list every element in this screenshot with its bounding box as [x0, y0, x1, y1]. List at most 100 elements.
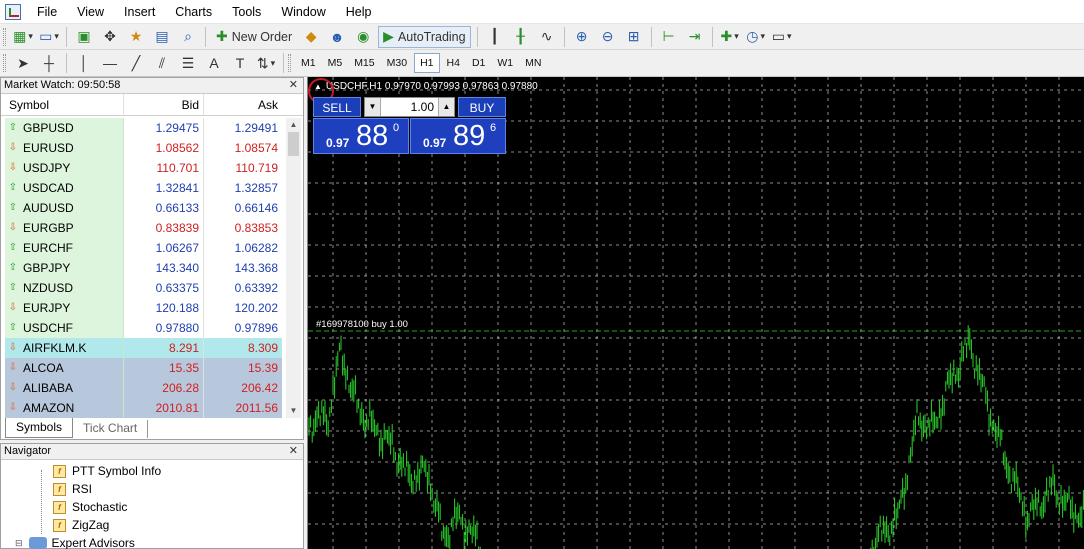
cursor-button[interactable]: ➤ — [12, 52, 34, 74]
menu-insert[interactable]: Insert — [114, 0, 165, 24]
templates-button[interactable]: ▭ — [771, 26, 793, 48]
market-watch-toggle-button[interactable]: ▣ — [73, 26, 95, 48]
community-button[interactable]: ☻ — [326, 26, 348, 48]
table-row[interactable]: ⇧ NZDUSD 0.63375 0.63392 — [5, 278, 283, 298]
scroll-down-icon[interactable]: ▼ — [286, 404, 301, 418]
lots-increase-icon[interactable]: ▲ — [438, 98, 454, 116]
text-button[interactable]: A — [203, 52, 225, 74]
timeframe-m15-button[interactable]: M15 — [349, 53, 379, 73]
close-icon[interactable]: ✕ — [289, 78, 298, 93]
timeframe-m30-button[interactable]: M30 — [382, 53, 412, 73]
buy-button[interactable]: BUY — [458, 97, 506, 117]
toolbar-grip[interactable] — [3, 27, 6, 46]
navigator-item-stochastic[interactable]: f Stochastic — [53, 498, 127, 516]
equidistant-channel-button[interactable]: ⫽ — [151, 52, 173, 74]
new-order-button[interactable]: ✚ New Order — [212, 26, 296, 48]
table-row[interactable]: ⇧ GBPJPY 143.340 143.368 — [5, 258, 283, 278]
timeframe-h1-button[interactable]: H1 — [414, 53, 440, 73]
table-row[interactable]: ⇧ AUDUSD 0.66133 0.66146 — [5, 198, 283, 218]
menu-file[interactable]: File — [27, 0, 67, 24]
menu-window[interactable]: Window — [271, 0, 335, 24]
chart-window[interactable]: ▲ USDCHF,H1 0.97970 0.97993 0.97863 0.978… — [307, 77, 1084, 549]
periods-button[interactable]: ◷ — [745, 26, 767, 48]
symbol-name: GBPJPY — [23, 261, 71, 275]
table-row[interactable]: ⇧ EURCHF 1.06267 1.06282 — [5, 238, 283, 258]
timeframe-d1-button[interactable]: D1 — [467, 53, 490, 73]
navigator-item-expert-advisors[interactable]: ⊟ Expert Advisors — [15, 534, 135, 549]
trendline-button[interactable]: ╱ — [125, 52, 147, 74]
lots-input[interactable] — [381, 98, 438, 116]
strategy-tester-button[interactable]: ⌕ — [177, 26, 199, 48]
table-row[interactable]: ⇩ EURGBP 0.83839 0.83853 — [5, 218, 283, 238]
crosshair-button[interactable]: ┼ — [38, 52, 60, 74]
line-chart-button[interactable]: ∿ — [536, 26, 558, 48]
collapse-icon[interactable]: ⊟ — [15, 538, 23, 549]
timeframe-h4-button[interactable]: H4 — [442, 53, 465, 73]
sell-price-big: 88 — [356, 120, 389, 152]
menu-tools[interactable]: Tools — [222, 0, 271, 24]
table-row[interactable]: ⇩ ALCOA 15.35 15.39 — [5, 358, 283, 378]
autoscroll-button[interactable]: ⇥ — [684, 26, 706, 48]
table-row[interactable]: ⇩ EURJPY 120.188 120.202 — [5, 298, 283, 318]
tile-windows-button[interactable]: ⊞ — [623, 26, 645, 48]
vertical-line-button[interactable]: │ — [73, 52, 95, 74]
metaeditor-button[interactable]: ◆ — [300, 26, 322, 48]
arrows-button[interactable]: ⇅ — [255, 52, 277, 74]
lots-decrease-icon[interactable]: ▼ — [365, 98, 381, 116]
text-label-button[interactable]: T — [229, 52, 251, 74]
menu-view[interactable]: View — [67, 0, 114, 24]
data-window-button[interactable]: ✥ — [99, 26, 121, 48]
timeframe-m5-button[interactable]: M5 — [323, 53, 348, 73]
column-ask[interactable]: Ask — [204, 94, 282, 115]
timeframe-m1-button[interactable]: M1 — [296, 53, 321, 73]
timeframe-w1-button[interactable]: W1 — [492, 53, 518, 73]
symbol-name: EURGBP — [23, 221, 74, 235]
chart-shift-button[interactable]: ⊢ — [658, 26, 680, 48]
fibonacci-button[interactable]: ☰ — [177, 52, 199, 74]
signals-button[interactable]: ◉ — [352, 26, 374, 48]
table-row[interactable]: ⇩ ALIBABA 206.28 206.42 — [5, 378, 283, 398]
close-icon[interactable]: ✕ — [289, 444, 298, 459]
tab-symbols[interactable]: Symbols — [5, 418, 74, 438]
column-bid[interactable]: Bid — [124, 94, 204, 115]
navigator-item-ptt-symbol-info[interactable]: f PTT Symbol Info — [53, 462, 161, 480]
table-row[interactable]: ⇩ EURUSD 1.08562 1.08574 — [5, 138, 283, 158]
zoom-in-button[interactable]: ⊕ — [571, 26, 593, 48]
candlestick-button[interactable]: ╂ — [510, 26, 532, 48]
terminal-button[interactable]: ▤ — [151, 26, 173, 48]
table-row[interactable]: ⇩ AIRFKLM.K 8.291 8.309 — [5, 338, 283, 358]
navigator-item-zigzag[interactable]: f ZigZag — [53, 516, 109, 534]
one-click-trading-panel: SELL ▼ ▲ BUY 0.97 88 0 0.97 89 6 — [313, 97, 506, 155]
scroll-thumb[interactable] — [288, 132, 299, 156]
autotrading-button[interactable]: ▶ AutoTrading — [378, 25, 471, 48]
toolbar-grip[interactable] — [3, 54, 6, 72]
horizontal-line-button[interactable]: — — [99, 52, 121, 74]
new-chart-button[interactable]: ▦ — [12, 26, 34, 48]
buy-price-button[interactable]: 0.97 89 6 — [410, 118, 506, 154]
toolbar-grip[interactable] — [288, 54, 291, 72]
navigator-item-rsi[interactable]: f RSI — [53, 480, 92, 498]
bar-chart-button[interactable]: ┃ — [484, 26, 506, 48]
table-row[interactable]: ⇧ USDCHF 0.97880 0.97896 — [5, 318, 283, 338]
template-icon: ▭ — [771, 28, 785, 44]
table-row[interactable]: ⇧ GBPUSD 1.29475 1.29491 — [5, 118, 283, 138]
table-row[interactable]: ⇩ AMAZON 2010.81 2011.56 — [5, 398, 283, 418]
table-row[interactable]: ⇩ USDJPY 110.701 110.719 — [5, 158, 283, 178]
timeframe-mn-button[interactable]: MN — [520, 53, 546, 73]
symbol-cell: ⇩ EURUSD — [5, 138, 124, 158]
zoom-out-button[interactable]: ⊖ — [597, 26, 619, 48]
menu-charts[interactable]: Charts — [165, 0, 222, 24]
table-row[interactable]: ⇧ USDCAD 1.32841 1.32857 — [5, 178, 283, 198]
sell-button[interactable]: SELL — [313, 97, 361, 117]
navigator-title: Navigator — [4, 445, 52, 457]
column-symbol[interactable]: Symbol — [1, 94, 124, 115]
app-icon[interactable] — [5, 3, 21, 20]
navigator-button[interactable]: ★ — [125, 26, 147, 48]
market-watch-scrollbar[interactable]: ▲ ▼ — [286, 118, 301, 418]
indicators-button[interactable]: ✚ — [719, 26, 741, 48]
profiles-button[interactable]: ▭ — [38, 26, 60, 48]
scroll-up-icon[interactable]: ▲ — [286, 118, 301, 132]
sell-price-button[interactable]: 0.97 88 0 — [313, 118, 409, 154]
menu-help[interactable]: Help — [336, 0, 382, 24]
tab-tick-chart[interactable]: Tick Chart — [73, 420, 149, 438]
